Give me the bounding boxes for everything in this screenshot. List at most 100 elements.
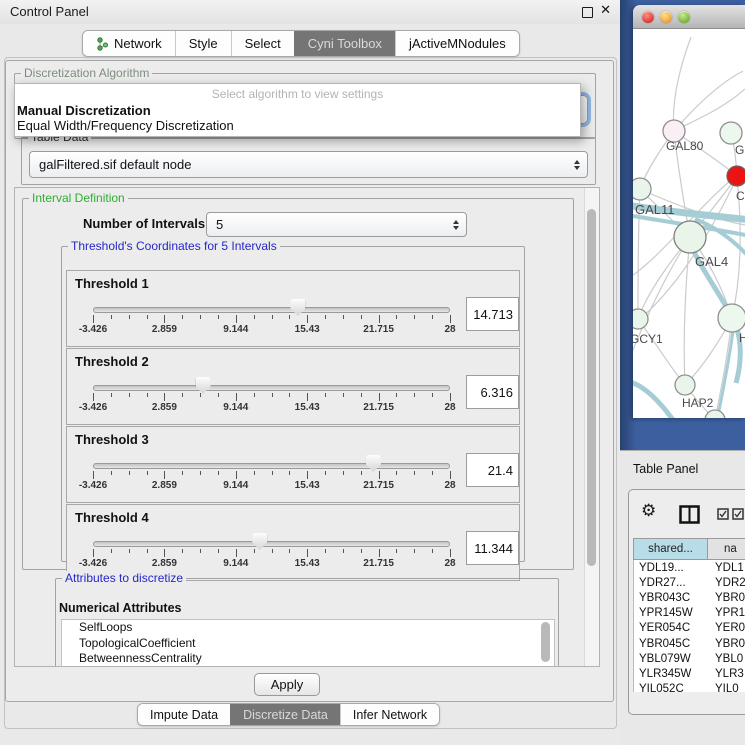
tick-label: 21.715 [363, 558, 394, 569]
column-header-name[interactable]: na [708, 538, 745, 560]
attribute-item[interactable]: SelfLoops [62, 620, 554, 636]
tab-select[interactable]: Select [231, 31, 294, 56]
control-panel-titlebar: Control Panel ✕ [0, 0, 620, 24]
network-window: GAL80GCGAL11GAL4GCY1HHAP2 [633, 5, 745, 418]
network-window-titlebar[interactable] [633, 5, 745, 29]
tab-label: Infer Network [353, 708, 427, 722]
columns-icon[interactable] [679, 505, 701, 525]
bottom-tab-bar: Impute DataDiscretize Data Infer Network [137, 703, 440, 726]
table-row[interactable]: YIL052CYIL0 [634, 682, 745, 693]
table-row[interactable]: YBL079WYBL0 [634, 651, 745, 666]
tab-infer-network[interactable]: Infer Network [340, 704, 439, 725]
gear-icon[interactable]: ⚙ [641, 503, 656, 520]
tick-label: 15.43 [295, 402, 320, 413]
tab-impute-data[interactable]: Impute Data [138, 704, 230, 725]
table-row[interactable]: YBR045CYBR0 [634, 636, 745, 651]
float-window-icon[interactable] [582, 7, 593, 18]
slider-handle[interactable] [290, 299, 305, 316]
control-panel: Control Panel ✕ Network Style Select Cyni T… [0, 0, 620, 745]
cell-shared-name: YLR345W [634, 668, 710, 680]
scrollbar-thumb[interactable] [587, 209, 596, 566]
cell-name: YBR0 [710, 592, 745, 604]
network-node-gal11[interactable] [633, 178, 651, 200]
network-node-gal4[interactable] [674, 221, 706, 253]
network-node-gcy1[interactable] [633, 309, 648, 329]
network-node-h[interactable] [718, 304, 745, 332]
tab-jactivemnodules[interactable]: jActiveMNodules [395, 31, 519, 56]
threshold-label: Threshold 4 [75, 510, 149, 525]
checkbox-icon[interactable] [732, 508, 745, 521]
scrollbar-track[interactable] [584, 188, 599, 666]
list-scrollbar[interactable] [541, 622, 550, 662]
table-row[interactable]: YER054CYER0 [634, 621, 745, 636]
minimize-traffic-light-icon[interactable] [660, 11, 672, 23]
network-icon [96, 37, 109, 51]
cell-name: YBR0 [710, 638, 745, 650]
slider-track[interactable] [93, 463, 450, 469]
slider-scale-labels: -3.4262.8599.14415.4321.71528 [93, 324, 450, 336]
tick-label: -3.426 [79, 480, 107, 491]
selected-table: galFiltered.sif default node [30, 157, 191, 172]
tab-discretize-data[interactable]: Discretize Data [230, 704, 340, 725]
table-row[interactable]: YBR043CYBR0 [634, 590, 745, 605]
slider-handle[interactable] [252, 533, 267, 550]
zoom-traffic-light-icon[interactable] [678, 11, 690, 23]
cell-shared-name: YER054C [634, 622, 710, 634]
apply-button[interactable]: Apply [254, 673, 320, 696]
dropdown-option-manual[interactable]: Manual Discretization [15, 103, 580, 118]
slider-track[interactable] [93, 541, 450, 547]
screenshot-root: Control Panel ✕ Network Style Select Cyni T… [0, 0, 745, 745]
attribute-item[interactable]: BetweennessCentrality [62, 651, 554, 667]
number-of-intervals-select[interactable]: 5 [206, 212, 467, 237]
threshold-value-field[interactable]: 11.344 [466, 531, 519, 565]
threshold-label: Threshold 3 [75, 432, 149, 447]
cell-shared-name: YDL19... [634, 562, 710, 574]
threshold-value-field[interactable]: 21.4 [466, 453, 519, 487]
cell-name: YER0 [710, 622, 745, 634]
table-row[interactable]: YLR345WYLR3 [634, 666, 745, 681]
slider-track[interactable] [93, 385, 450, 391]
cell-name: YDR2 [710, 577, 745, 589]
number-of-intervals-label: Number of Intervals [83, 216, 205, 231]
tick-label: 9.144 [223, 402, 248, 413]
dropdown-option-equal-width[interactable]: Equal Width/Frequency Discretization [15, 118, 580, 133]
table-row[interactable]: YDL19...YDL1 [634, 560, 745, 575]
table-data-select[interactable]: galFiltered.sif default node [29, 151, 588, 178]
network-node-hap2[interactable] [675, 375, 695, 395]
slider-handle[interactable] [196, 377, 211, 394]
table-header-row: shared... na [633, 538, 745, 560]
tick-label: 9.144 [223, 480, 248, 491]
tick-label: 28 [444, 480, 455, 491]
table-row[interactable]: YDR27...YDR2 [634, 575, 745, 590]
slider-track[interactable] [93, 307, 450, 313]
network-node-c[interactable] [727, 166, 745, 186]
tick-label: -3.426 [79, 324, 107, 335]
close-traffic-light-icon[interactable] [642, 11, 654, 23]
numerical-attributes-list[interactable]: SelfLoopsTopologicalCoefficientBetweenne… [61, 619, 555, 667]
column-header-shared-name[interactable]: shared... [633, 538, 708, 560]
cell-name: YPR1 [710, 607, 745, 619]
slider-handle[interactable] [366, 455, 381, 472]
network-canvas[interactable]: GAL80GCGAL11GAL4GCY1HHAP2 [633, 29, 745, 418]
cell-shared-name: YPR145W [634, 607, 710, 619]
threshold-value-field[interactable]: 14.713 [466, 297, 519, 331]
slider-ticks [93, 315, 450, 324]
group-title: Attributes to discretize [62, 571, 186, 585]
cell-shared-name: YIL052C [634, 683, 710, 692]
tab-label: Style [189, 36, 218, 51]
tab-label: Cyni Toolbox [308, 36, 382, 51]
attributes-group: Attributes to discretize Numerical Attri… [55, 578, 559, 667]
checkbox-icon[interactable] [717, 508, 730, 521]
threshold-value-field[interactable]: 6.316 [466, 375, 519, 409]
table-row[interactable]: YPR145WYPR1 [634, 606, 745, 621]
threshold-panel-2: Threshold 2-3.4262.8599.14415.4321.71528… [66, 348, 520, 425]
close-icon[interactable]: ✕ [600, 3, 611, 18]
slider-scale-labels: -3.4262.8599.14415.4321.71528 [93, 558, 450, 570]
slider-ticks [93, 393, 450, 402]
network-node-g[interactable] [720, 122, 742, 144]
tab-network[interactable]: Network [83, 31, 175, 56]
network-node[interactable] [705, 410, 725, 418]
tab-cyni-toolbox[interactable]: Cyni Toolbox [294, 31, 395, 56]
attribute-item[interactable]: TopologicalCoefficient [62, 636, 554, 652]
tab-style[interactable]: Style [175, 31, 231, 56]
